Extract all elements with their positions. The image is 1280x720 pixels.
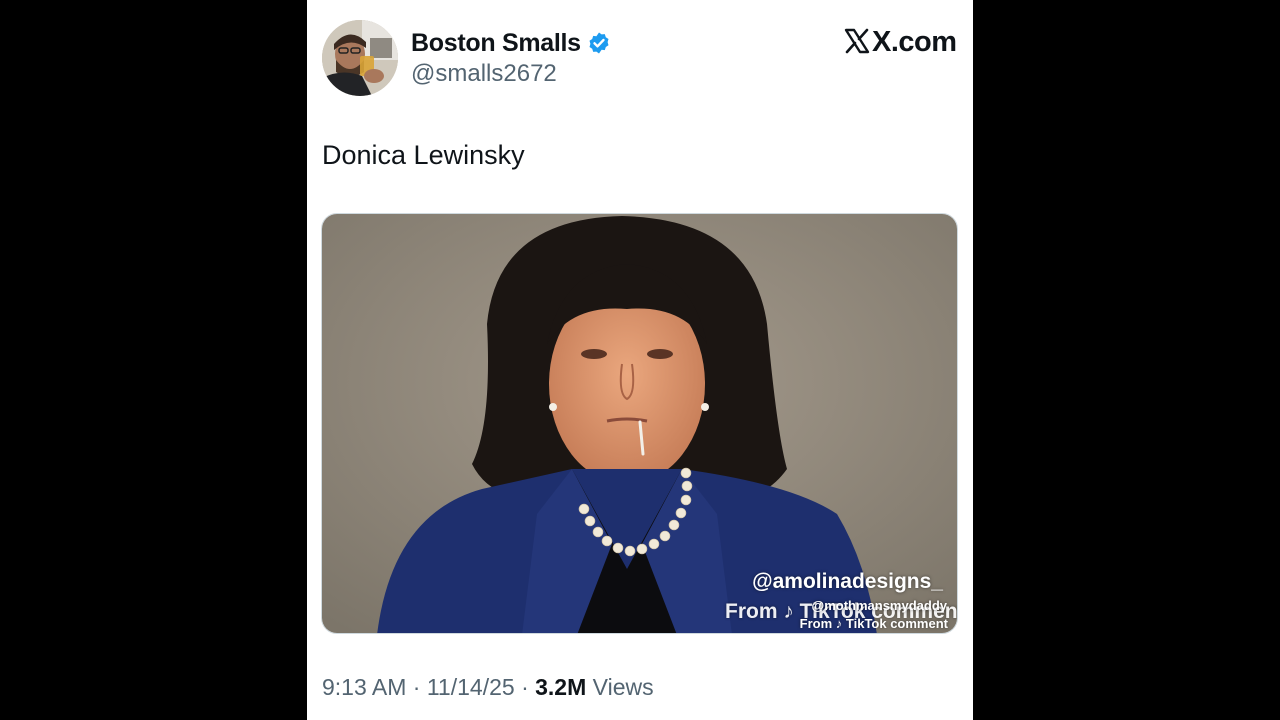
watermark-creator-handle: @amolinadesigns_	[752, 570, 943, 593]
author-name-row: Boston Smalls	[411, 27, 611, 59]
post-metadata: 9:13 AM · 11/14/25 · 3.2M Views	[322, 674, 654, 701]
site-logo: X.com	[844, 25, 957, 59]
x-logo-icon	[844, 25, 872, 54]
author-handle[interactable]: @smalls2672	[411, 60, 557, 88]
post-media[interactable]: @amolinadesigns_ From ♪ TikTok comment @…	[321, 213, 958, 634]
verified-badge-icon	[587, 31, 611, 55]
avatar[interactable]	[322, 20, 398, 96]
views-label: Views	[592, 674, 654, 700]
post-time[interactable]: 9:13 AM	[322, 674, 406, 700]
meta-separator: ·	[521, 674, 529, 700]
post-card: Boston Smalls @smalls2672 X.com Donica L…	[307, 0, 973, 720]
watermark-secondary-handle: @mothmansmydaddy	[811, 598, 947, 613]
views-count: 3.2M	[535, 674, 587, 700]
site-logo-text: X.com	[872, 26, 957, 58]
post-date[interactable]: 11/14/25	[427, 674, 515, 700]
avatar-photo	[322, 20, 398, 96]
post-text: Donica Lewinsky	[322, 140, 525, 170]
watermark-tiktok-small: From ♪ TikTok comment	[799, 616, 948, 631]
author-display-name[interactable]: Boston Smalls	[411, 29, 581, 58]
meta-separator: ·	[412, 674, 421, 700]
